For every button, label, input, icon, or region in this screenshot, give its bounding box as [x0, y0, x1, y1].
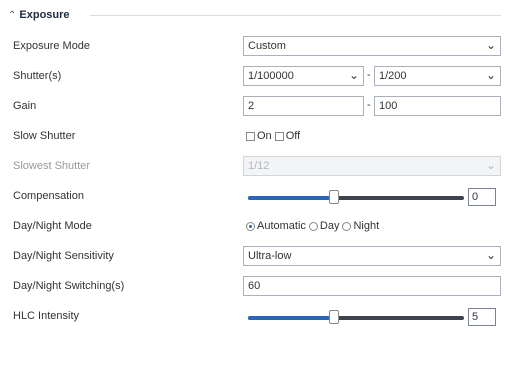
hlc-intensity-slider-thumb[interactable]: [329, 310, 340, 324]
shutter-min-value: 1/100000: [248, 70, 294, 82]
gain-max-value: 100: [379, 100, 398, 112]
day-night-switching-row: Day/Night Switching(s) 60: [0, 272, 507, 302]
hlc-intensity-value: 5: [472, 311, 479, 323]
collapse-caret-icon[interactable]: ⌃: [8, 10, 16, 21]
chevron-down-icon: ⌄: [485, 38, 496, 52]
day-night-switching-value: 60: [248, 280, 261, 292]
shutter-row: Shutter(s) 1/100000 ⌄ - 1/200 ⌄: [0, 62, 507, 92]
shutter-max-value: 1/200: [379, 70, 407, 82]
compensation-value: 0: [472, 191, 479, 203]
day-night-switching-input[interactable]: 60: [243, 276, 501, 296]
compensation-label: Compensation: [13, 190, 84, 202]
shutter-label: Shutter(s): [13, 70, 62, 82]
hlc-intensity-value-input[interactable]: 5: [468, 308, 496, 326]
compensation-slider-fill: [248, 196, 335, 200]
chevron-down-icon: ⌄: [348, 68, 359, 82]
hlc-intensity-row: HLC Intensity 5: [0, 302, 507, 332]
day-night-switching-label: Day/Night Switching(s): [13, 280, 125, 292]
slowest-shutter-label: Slowest Shutter: [13, 160, 91, 172]
exposure-mode-value: Custom: [248, 40, 286, 52]
day-night-automatic-radio[interactable]: [246, 221, 255, 231]
exposure-mode-select[interactable]: Custom ⌄: [243, 36, 501, 56]
shutter-min-select[interactable]: 1/100000 ⌄: [243, 66, 364, 86]
compensation-slider-thumb[interactable]: [329, 190, 340, 204]
exposure-panel: ⌃ Exposure Exposure Mode Custom ⌄ Shutte…: [0, 0, 507, 382]
compensation-value-input[interactable]: 0: [468, 188, 496, 206]
gain-max-input[interactable]: 100: [374, 96, 501, 116]
slow-shutter-on-checkbox[interactable]: [246, 131, 255, 141]
gain-separator: -: [367, 99, 371, 111]
slow-shutter-off-checkbox[interactable]: [274, 131, 284, 141]
slow-shutter-options: On Off: [246, 130, 300, 142]
section-header[interactable]: ⌃ Exposure: [8, 8, 70, 22]
day-night-sensitivity-label: Day/Night Sensitivity: [13, 250, 114, 262]
chevron-down-icon: ⌄: [485, 248, 496, 262]
day-night-sensitivity-row: Day/Night Sensitivity Ultra-low ⌄: [0, 242, 507, 272]
day-night-mode-row: Day/Night Mode Automatic Day Night: [0, 212, 507, 242]
day-night-mode-options: Automatic Day Night: [246, 220, 379, 232]
slowest-shutter-row: Slowest Shutter 1/12 ⌄: [0, 152, 507, 182]
day-night-day-radio[interactable]: [308, 221, 318, 231]
day-night-day-label: Day: [319, 220, 340, 232]
day-night-mode-label: Day/Night Mode: [13, 220, 92, 232]
slow-shutter-off-label: Off: [285, 130, 301, 142]
hlc-intensity-slider-track[interactable]: [248, 310, 464, 324]
hlc-intensity-label: HLC Intensity: [13, 310, 80, 322]
slowest-shutter-select[interactable]: 1/12 ⌄: [243, 156, 501, 176]
slowest-shutter-value: 1/12: [248, 160, 270, 172]
day-night-night-radio[interactable]: [342, 221, 352, 231]
section-title: Exposure: [19, 9, 70, 21]
slow-shutter-on-label: On: [257, 130, 272, 142]
exposure-mode-label: Exposure Mode: [13, 40, 91, 52]
compensation-slider-track[interactable]: [248, 190, 464, 204]
day-night-sensitivity-value: Ultra-low: [248, 250, 292, 262]
slow-shutter-row: Slow Shutter On Off: [0, 122, 507, 152]
gain-row: Gain 2 - 100: [0, 92, 507, 122]
hlc-intensity-slider-fill: [248, 316, 335, 320]
day-night-night-label: Night: [353, 220, 380, 232]
exposure-mode-row: Exposure Mode Custom ⌄: [0, 32, 507, 62]
gain-min-input[interactable]: 2: [243, 96, 364, 116]
gain-min-value: 2: [248, 100, 255, 112]
compensation-row: Compensation 0: [0, 182, 507, 212]
day-night-sensitivity-select[interactable]: Ultra-low ⌄: [243, 246, 501, 266]
slow-shutter-label: Slow Shutter: [13, 130, 76, 142]
shutter-separator: -: [367, 69, 371, 81]
section-divider: [90, 15, 501, 16]
gain-label: Gain: [13, 100, 37, 112]
day-night-automatic-label: Automatic: [257, 220, 306, 232]
chevron-down-icon: ⌄: [485, 68, 496, 82]
chevron-down-icon: ⌄: [485, 158, 496, 172]
shutter-max-select[interactable]: 1/200 ⌄: [374, 66, 501, 86]
